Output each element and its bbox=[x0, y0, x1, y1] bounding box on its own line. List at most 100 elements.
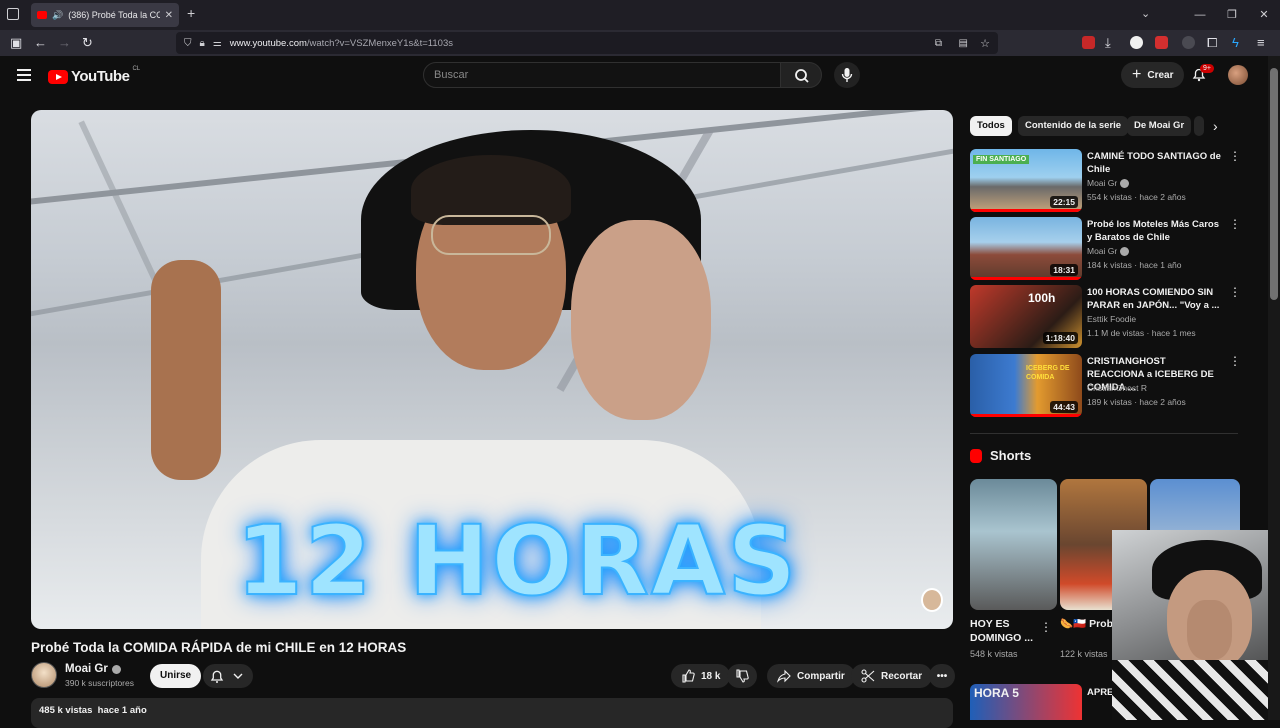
extension-circle-icon[interactable] bbox=[1130, 36, 1143, 49]
related-channel[interactable]: Esttik Foodie bbox=[1087, 314, 1136, 324]
more-vert-icon[interactable]: ⋮ bbox=[1229, 354, 1241, 368]
related-channel[interactable]: Moai Gr bbox=[1087, 178, 1130, 188]
more-vert-icon[interactable]: ⋮ bbox=[1040, 620, 1052, 634]
related-video[interactable]: 18:31 Probé los Moteles Más Caros y Bara… bbox=[970, 217, 1241, 281]
more-horizontal-icon: ••• bbox=[936, 670, 948, 682]
search-button[interactable] bbox=[780, 62, 822, 88]
extensions-puzzle-icon[interactable]: ⧠ bbox=[1207, 35, 1217, 51]
address-bar[interactable]: ⛉ 🔒︎ ⚌ www.youtube.com/watch?v=VSZMenxeY… bbox=[176, 32, 998, 54]
chip-series[interactable]: Contenido de la serie bbox=[1018, 116, 1129, 136]
subscriber-count: 390 k suscriptores bbox=[65, 678, 134, 688]
watch-progress-bar bbox=[970, 414, 1082, 417]
reader-view-icon[interactable]: ▤ bbox=[959, 38, 968, 49]
window-close-icon[interactable]: ✕ bbox=[1248, 0, 1280, 30]
subscription-notification-button[interactable] bbox=[203, 664, 253, 688]
sidebar-toggle-icon[interactable]: ▣ bbox=[10, 35, 22, 51]
more-vert-icon[interactable]: ⋮ bbox=[1229, 149, 1241, 163]
video-duration: 44:43 bbox=[1050, 401, 1078, 413]
chip-overflow[interactable] bbox=[1194, 116, 1204, 136]
related-video-meta: 184 k vistas · hace 1 año bbox=[1087, 260, 1182, 270]
url-text[interactable]: www.youtube.com/watch?v=VSZMenxeY1s&t=11… bbox=[230, 38, 453, 49]
restore-icon[interactable]: ❐ bbox=[1216, 0, 1248, 30]
back-icon[interactable]: ← bbox=[34, 35, 47, 51]
more-vert-icon[interactable]: ⋮ bbox=[1229, 217, 1241, 231]
new-tab-icon[interactable]: + bbox=[187, 5, 195, 21]
notification-count-badge: 9+ bbox=[1200, 64, 1214, 73]
search-icon bbox=[795, 69, 809, 83]
chip-all[interactable]: Todos bbox=[970, 116, 1012, 136]
short-title[interactable]: HOY ES DOMINGO ... bbox=[970, 617, 1035, 645]
url-path: /watch?v=VSZMenxeY1s&t=1103s bbox=[306, 37, 453, 49]
tab-overview-icon[interactable] bbox=[7, 8, 19, 20]
share-button[interactable]: Compartir bbox=[767, 664, 855, 688]
video-thumbnail[interactable]: ICEBERG DE COMIDA 44:43 bbox=[970, 354, 1082, 417]
watch-progress-bar bbox=[970, 209, 1082, 212]
hamburger-menu-icon[interactable] bbox=[17, 69, 31, 84]
clip-button[interactable]: Recortar bbox=[851, 664, 933, 688]
related-video-meta: 189 k vistas · hace 2 años bbox=[1087, 397, 1186, 407]
extension-icon[interactable] bbox=[1082, 36, 1095, 49]
related-video[interactable]: 100h 1:18:40 100 HORAS COMIENDO SIN PARA… bbox=[970, 285, 1241, 349]
verified-check-icon bbox=[111, 664, 121, 674]
video-duration: 18:31 bbox=[1050, 264, 1078, 276]
related-video-title[interactable]: CAMINÉ TODO SANTIAGO de Chile bbox=[1087, 150, 1222, 176]
list-tabs-chevron-icon[interactable]: ⌄ bbox=[1141, 7, 1150, 20]
related-channel[interactable]: CristianGhost R bbox=[1087, 383, 1147, 393]
related-video-title[interactable]: Probé los Moteles Más Caros y Baratos de… bbox=[1087, 218, 1222, 244]
scrollbar-thumb[interactable] bbox=[1270, 68, 1278, 300]
more-vert-icon[interactable]: ⋮ bbox=[1229, 285, 1241, 299]
app-menu-icon[interactable]: ≡ bbox=[1257, 35, 1265, 51]
extension-badge-icon[interactable] bbox=[1155, 36, 1168, 49]
video-duration: 22:15 bbox=[1050, 196, 1078, 208]
channel-watermark-icon[interactable] bbox=[921, 588, 943, 612]
video-thumbnail[interactable]: 100h 1:18:40 bbox=[970, 285, 1082, 348]
video-thumbnail[interactable]: FIN SANTIAGO 22:15 bbox=[970, 149, 1082, 212]
watch-progress-bar bbox=[970, 277, 1082, 280]
join-button[interactable]: Unirse bbox=[150, 664, 202, 688]
browser-tab[interactable]: 🔊 (386) Probé Toda la COMIDA ✕ bbox=[31, 3, 179, 27]
chip-channel[interactable]: De Moai Gr bbox=[1127, 116, 1192, 136]
picture-in-picture-icon[interactable]: ⧉ bbox=[935, 38, 942, 49]
video-thumbnail[interactable]: 18:31 bbox=[970, 217, 1082, 280]
short-title[interactable]: 🌭🇨🇱 Probando ... bbox=[1060, 617, 1120, 631]
close-tab-icon[interactable]: ✕ bbox=[165, 10, 173, 21]
create-button[interactable]: + Crear bbox=[1121, 62, 1185, 88]
reload-icon[interactable]: ↻ bbox=[82, 35, 93, 51]
verified-check-icon bbox=[1120, 178, 1130, 188]
forward-icon[interactable]: → bbox=[58, 35, 71, 51]
related-video-title[interactable]: 100 HORAS COMIENDO SIN PARAR en JAPÓN...… bbox=[1087, 286, 1222, 312]
extension-gray-icon[interactable] bbox=[1182, 36, 1195, 49]
short-thumbnail[interactable] bbox=[970, 479, 1057, 610]
minimize-icon[interactable]: — bbox=[1184, 0, 1216, 30]
dislike-button[interactable] bbox=[727, 664, 757, 688]
bookmark-star-icon[interactable]: ☆ bbox=[980, 37, 990, 50]
speaker-icon[interactable]: 🔊 bbox=[52, 10, 63, 21]
description-box[interactable]: 485 k vistas hace 1 año bbox=[31, 698, 953, 728]
voice-search-button[interactable] bbox=[834, 62, 860, 88]
related-channel-name: Esttik Foodie bbox=[1087, 314, 1137, 324]
more-actions-button[interactable]: ••• bbox=[929, 664, 955, 688]
lock-icon[interactable]: 🔒︎ bbox=[200, 38, 205, 49]
downloads-icon[interactable]: ⤓ bbox=[1105, 35, 1111, 51]
like-button[interactable]: 18 k bbox=[671, 664, 731, 688]
related-video[interactable]: ICEBERG DE COMIDA 44:43 CRISTIANGHOST RE… bbox=[970, 354, 1241, 418]
permissions-icon[interactable]: ⚌ bbox=[213, 38, 222, 49]
related-video[interactable]: FIN SANTIAGO 22:15 CAMINÉ TODO SANTIAGO … bbox=[970, 149, 1241, 213]
shield-icon[interactable]: ⛉ bbox=[184, 38, 192, 49]
related-channel[interactable]: Moai Gr bbox=[1087, 246, 1130, 256]
search-input[interactable]: Buscar bbox=[423, 62, 781, 88]
channel-name[interactable]: Moai Gr bbox=[65, 663, 121, 675]
page-scrollbar[interactable] bbox=[1268, 56, 1280, 720]
thumbnail-text: ICEBERG DE COMIDA bbox=[1026, 365, 1070, 381]
related-video-thumbnail[interactable]: HORA 5 bbox=[970, 684, 1082, 720]
related-video-meta: 1.1 M de vistas · hace 1 mes bbox=[1087, 328, 1196, 338]
translate-extension-icon[interactable]: ϟ bbox=[1232, 35, 1239, 51]
chevron-right-icon[interactable]: › bbox=[1213, 118, 1218, 134]
channel-avatar[interactable] bbox=[31, 662, 57, 688]
video-player[interactable]: 12 HORAS bbox=[31, 110, 953, 629]
short-views: 548 k vistas bbox=[970, 649, 1018, 659]
related-video-meta: 554 k vistas · hace 2 años bbox=[1087, 192, 1186, 202]
youtube-logo[interactable]: YouTube CL bbox=[48, 66, 140, 85]
youtube-header: YouTube CL Buscar + Crear 9+ bbox=[0, 56, 1268, 96]
user-avatar[interactable] bbox=[1228, 65, 1248, 85]
